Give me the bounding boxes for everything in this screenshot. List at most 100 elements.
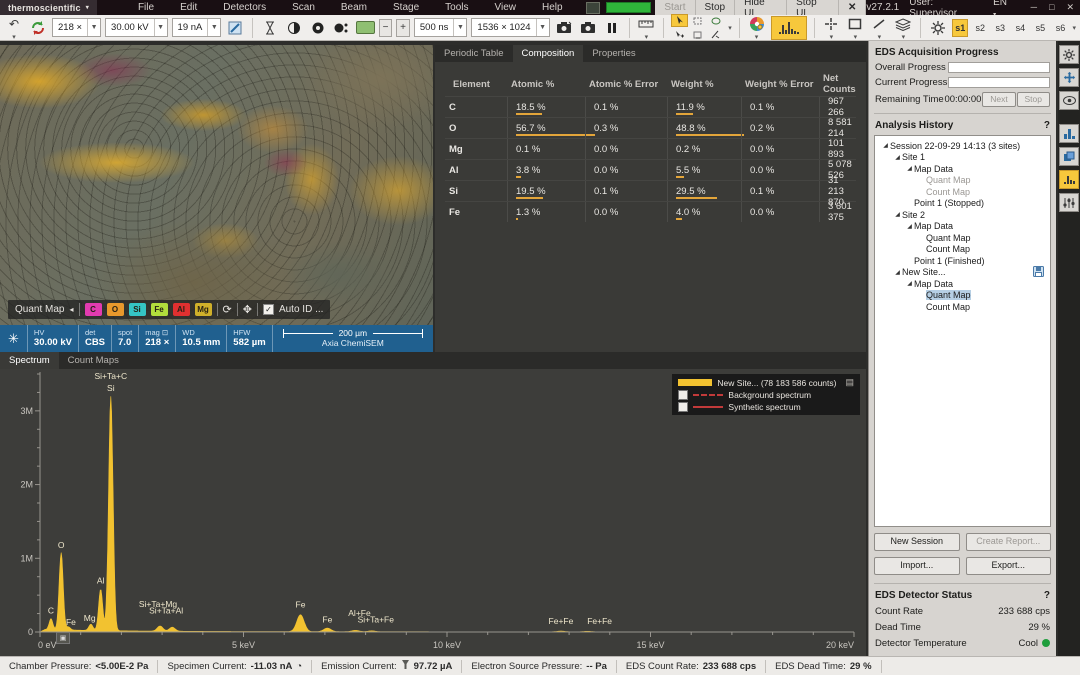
eye-icon[interactable] — [1059, 91, 1079, 110]
spectrum-strip-icon[interactable] — [1059, 170, 1079, 189]
tab-spectrum[interactable]: Spectrum — [0, 352, 59, 369]
table-row[interactable]: Mg 0.1 % 0.0 % 0.2 % 0.0 % 101 893 — [445, 138, 856, 159]
tab-periodic-table[interactable]: Periodic Table — [435, 45, 513, 62]
scene-s5-button[interactable]: s5 — [1032, 19, 1048, 37]
menu-detectors[interactable]: Detectors — [210, 2, 279, 13]
pause-icon[interactable] — [602, 18, 622, 38]
close-acquisition-icon[interactable]: ✕ — [839, 0, 866, 15]
export-button[interactable]: Export... — [966, 557, 1052, 575]
tree-node-count-map[interactable]: Count Map — [877, 301, 1048, 313]
beam-blank-icon[interactable] — [260, 18, 280, 38]
move-tool-icon[interactable] — [1059, 68, 1079, 87]
start-button[interactable]: Start — [655, 0, 695, 15]
window-maximize-icon[interactable]: □ — [1049, 2, 1054, 13]
rectangle-tool-icon[interactable] — [845, 14, 865, 34]
stop-ui-button[interactable]: Stop UI — [787, 0, 839, 15]
magnification-select[interactable]: 218 ×▼ — [52, 18, 101, 37]
window-close-icon[interactable]: ✕ — [1066, 2, 1074, 13]
element-chip-si[interactable]: Si — [129, 303, 146, 316]
snapshot-icon[interactable] — [554, 18, 574, 38]
beam-settings-icon[interactable] — [225, 18, 245, 38]
menu-tools[interactable]: Tools — [432, 2, 481, 13]
save-site-icon[interactable] — [1033, 266, 1044, 279]
measurement-tool-icon[interactable] — [636, 14, 656, 34]
element-chip-al[interactable]: Al — [173, 303, 190, 316]
tab-count-maps[interactable]: Count Maps — [59, 352, 128, 369]
contrast-icon[interactable] — [284, 18, 304, 38]
lasso-selection-icon[interactable] — [707, 14, 724, 27]
legend-item-site[interactable]: New Site... (78 183 586 counts) ▤ — [678, 377, 854, 388]
color-wheel-icon[interactable] — [747, 14, 767, 34]
dwell-time-select[interactable]: 500 ns▼ — [414, 18, 468, 37]
menu-file[interactable]: File — [125, 2, 167, 13]
stage-navigation-icon[interactable] — [28, 18, 48, 38]
app-logo[interactable]: thermoscientific ▾ — [0, 0, 97, 15]
scene-s4-button[interactable]: s4 — [1012, 19, 1028, 37]
tree-node-new-site[interactable]: ◢New Site... — [877, 267, 1048, 279]
undo-icon[interactable]: ↶ — [4, 14, 24, 34]
rect-selection-icon[interactable] — [689, 14, 706, 27]
settings-gear-icon[interactable] — [1059, 45, 1079, 64]
scene-settings-gear-icon[interactable] — [928, 18, 948, 38]
legend-item-synthetic[interactable]: Synthetic spectrum — [678, 402, 854, 412]
tree-node-quant-map-selected[interactable]: Quant Map — [877, 290, 1048, 302]
tree-node-point1[interactable]: Point 1 (Finished) — [877, 255, 1048, 267]
help-icon[interactable]: ? — [1044, 590, 1050, 601]
legend-camera-icon[interactable]: ▤ — [845, 377, 854, 388]
add-point-tool-icon[interactable] — [671, 28, 688, 41]
photo-icon[interactable] — [578, 18, 598, 38]
tree-node-count-map[interactable]: Count Map — [877, 244, 1048, 256]
background-spectrum-checkbox[interactable] — [678, 390, 688, 400]
tab-properties[interactable]: Properties — [583, 45, 644, 62]
create-report-button[interactable]: Create Report... — [966, 533, 1052, 551]
beam-current-select[interactable]: 19 nA▼ — [172, 18, 222, 37]
reduce-area-tool-icon[interactable] — [689, 28, 706, 41]
scene-s6-button[interactable]: s6 — [1052, 19, 1068, 37]
table-row[interactable]: Al 3.8 % 0.0 % 5.5 % 0.0 % 5 078 526 — [445, 159, 856, 180]
element-chip-o[interactable]: O — [107, 303, 124, 316]
table-row[interactable]: C 18.5 % 0.1 % 11.9 % 0.1 % 967 266 — [445, 96, 856, 117]
stop-button[interactable]: Stop — [696, 0, 736, 15]
bar-chart-icon[interactable] — [1059, 124, 1079, 143]
spectrum-view-icon[interactable] — [771, 16, 807, 40]
new-session-button[interactable]: New Session — [874, 533, 960, 551]
synthetic-spectrum-checkbox[interactable] — [678, 402, 688, 412]
tree-node-quant-map[interactable]: Quant Map — [877, 232, 1048, 244]
legend-item-background[interactable]: Background spectrum — [678, 390, 854, 400]
menu-scan[interactable]: Scan — [279, 2, 328, 13]
crosshair-tool-icon[interactable] — [821, 14, 841, 34]
auto-contrast-brightness-icon[interactable] — [332, 18, 352, 38]
table-row[interactable]: Si 19.5 % 0.1 % 29.5 % 0.1 % 31 213 870 — [445, 180, 856, 201]
tree-node-quant-map[interactable]: Quant Map — [877, 175, 1048, 187]
table-row[interactable]: O 56.7 % 0.3 % 48.8 % 0.2 % 8 581 214 — [445, 117, 856, 138]
tree-node-map-data[interactable]: ◢Map Data — [877, 221, 1048, 233]
next-button[interactable]: Next — [982, 92, 1015, 107]
import-button[interactable]: Import... — [874, 557, 960, 575]
resolution-select[interactable]: 1536 × 1024▼ — [471, 18, 549, 37]
menu-beam[interactable]: Beam — [328, 2, 380, 13]
menu-view[interactable]: View — [482, 2, 530, 13]
tree-node-map-data[interactable]: ◢Map Data — [877, 278, 1048, 290]
tab-composition[interactable]: Composition — [513, 45, 584, 62]
scene-s3-button[interactable]: s3 — [992, 19, 1008, 37]
tree-node-point1[interactable]: Point 1 (Stopped) — [877, 198, 1048, 210]
chevron-down-icon[interactable]: ▾ — [1072, 24, 1076, 32]
pointer-tool-icon[interactable] — [671, 14, 688, 27]
menu-stage[interactable]: Stage — [380, 2, 432, 13]
menu-edit[interactable]: Edit — [167, 2, 210, 13]
table-row[interactable]: Fe 1.3 % 0.0 % 4.0 % 0.0 % 3 601 375 — [445, 201, 856, 222]
scene-s1-button[interactable]: s1 — [952, 19, 968, 37]
tree-node-site1[interactable]: ◢Site 1 — [877, 152, 1048, 164]
high-voltage-select[interactable]: 30.00 kV▼ — [105, 18, 168, 37]
tree-node-site2[interactable]: ◢Site 2 — [877, 209, 1048, 221]
polygon-tool-icon[interactable] — [707, 28, 724, 41]
refresh-icon[interactable]: ⟳ — [223, 303, 232, 316]
move-overlay-icon[interactable]: ✥ — [243, 303, 252, 316]
tree-node-session[interactable]: ◢Session 22-09-29 14:13 (3 sites) — [877, 140, 1048, 152]
element-chip-mg[interactable]: Mg — [195, 303, 212, 316]
chevron-down-icon[interactable]: ▾ — [728, 24, 732, 32]
dwell-increase-button[interactable]: + — [396, 19, 410, 37]
element-chip-fe[interactable]: Fe — [151, 303, 168, 316]
spectrum-image-icon[interactable]: ▣ — [56, 632, 70, 644]
hide-ui-button[interactable]: Hide UI — [735, 0, 787, 15]
